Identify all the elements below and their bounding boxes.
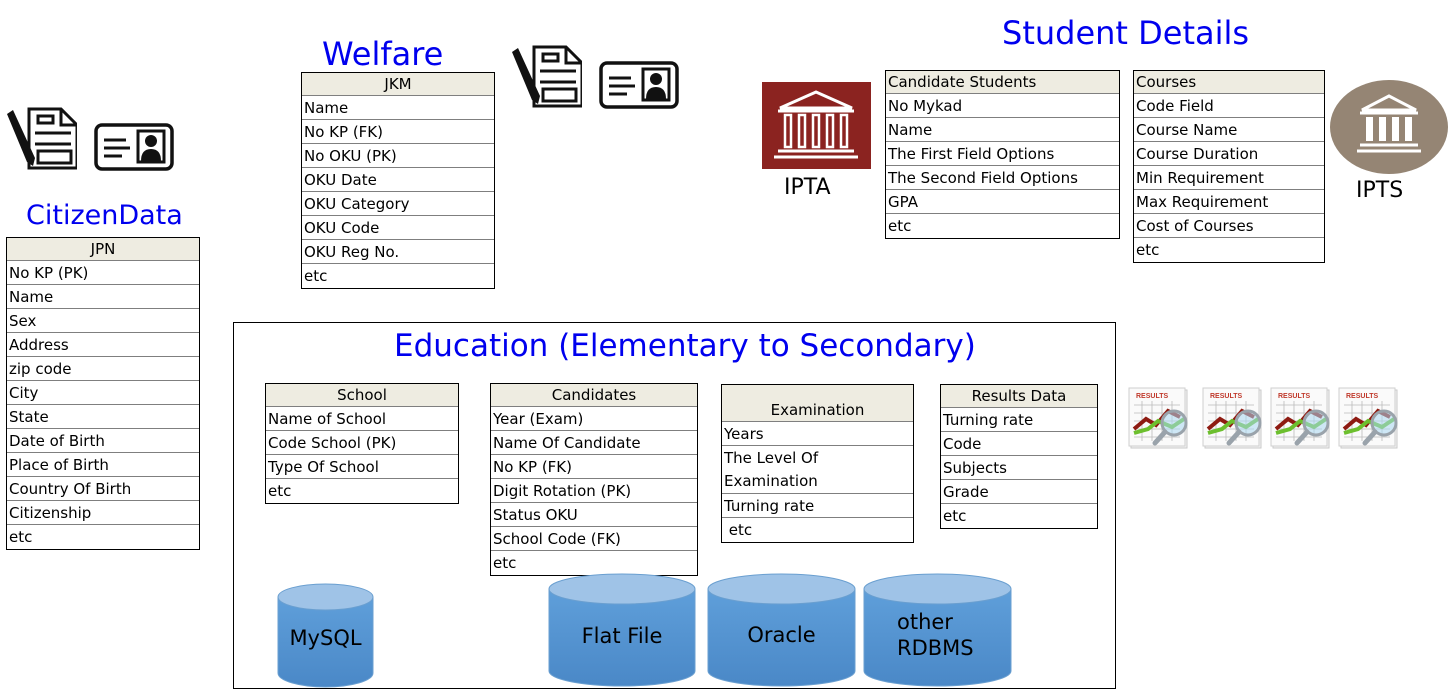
database-cylinder-mysql: MySQL [277,583,374,688]
table-row: Address [7,333,199,357]
table-row: Name of School [266,407,458,431]
results-data-table-header: Results Data [941,385,1097,408]
table-row: Name Of Candidate [491,431,697,455]
table-row: Max Requirement [1134,190,1324,214]
table-row: No KP (FK) [491,455,697,479]
table-row: Digit Rotation (PK) [491,479,697,503]
database-label: MySQL [289,626,362,650]
table-row: Sex [7,309,199,333]
table-row: Code School (PK) [266,431,458,455]
table-row: Country Of Birth [7,477,199,501]
table-row: Status OKU [491,503,697,527]
table-row: Name [302,96,494,120]
ipts-university-icon [1330,80,1448,174]
table-row: etc [724,521,753,539]
ipts-label: IPTS [1356,178,1404,203]
student-details-title: Student Details [1002,14,1250,52]
table-row: Code Field [1134,94,1324,118]
results-report-icon: RESULTS [1202,385,1272,451]
table-row: The Second Field Options [886,166,1119,190]
results-data-table: Results Data Turning rate Code Subjects … [940,384,1098,529]
ipta-university-icon [762,82,871,169]
table-row: Turning rate [722,494,913,518]
school-table-header: School [266,384,458,407]
results-label: RESULTS [1136,393,1168,400]
table-row: etc [268,482,292,500]
courses-table: Courses Code Field Course Name Course Du… [1133,70,1325,263]
database-cylinder-other-rdbms: other RDBMS [863,573,1012,687]
table-row: etc [493,554,517,572]
results-label: RESULTS [1278,393,1310,400]
table-row: etc [304,267,328,285]
table-row: Turning rate [941,408,1097,432]
table-row: No KP (FK) [302,120,494,144]
candidate-students-header: Candidate Students [886,71,1119,94]
table-row: State [7,405,199,429]
results-report-icon: RESULTS [1128,385,1198,451]
education-title: Education (Elementary to Secondary) [394,328,976,364]
results-report-icon: RESULTS [1270,385,1340,451]
database-cylinder-flat-file: Flat File [548,573,696,687]
table-row: etc [1136,241,1160,259]
form-pen-icon [510,44,584,108]
table-row: OKU Reg No. [302,240,494,264]
table-row: OKU Code [302,216,494,240]
results-label: RESULTS [1210,393,1242,400]
table-row: School Code (FK) [491,527,697,551]
table-row: Years [722,422,913,446]
candidates-table-header: Candidates [491,384,697,407]
table-row: No Mykad [886,94,1119,118]
table-row: City [7,381,199,405]
school-table: School Name of School Code School (PK) T… [265,383,459,504]
form-pen-icon [5,106,79,170]
table-row: The First Field Options [886,142,1119,166]
jkm-table: JKM Name No KP (FK) No OKU (PK) OKU Date… [301,72,495,289]
table-row: etc [888,217,912,235]
table-row: Citizenship [7,501,199,525]
table-row: The Level Of Examination [722,446,913,494]
jpn-table-header: JPN [7,238,199,261]
table-row: Code [941,432,1097,456]
table-row: No KP (PK) [7,261,199,285]
table-row: Subjects [941,456,1097,480]
examination-table: Examination Years The Level Of Examinati… [721,384,914,543]
table-row: Course Duration [1134,142,1324,166]
jkm-table-header: JKM [302,73,494,96]
table-row: Name [886,118,1119,142]
results-label: RESULTS [1346,393,1378,400]
database-label: other RDBMS [897,610,974,660]
id-card-icon [599,61,679,109]
ipta-label: IPTA [784,175,831,200]
table-row: etc [9,528,33,546]
table-row: Place of Birth [7,453,199,477]
table-row: Grade [941,480,1097,504]
table-row: Cost of Courses [1134,214,1324,238]
table-row: OKU Date [302,168,494,192]
database-cylinder-oracle: Oracle [707,573,856,687]
table-row: zip code [7,357,199,381]
table-row: Date of Birth [7,429,199,453]
table-row: GPA [886,190,1119,214]
jpn-table: JPN No KP (PK) Name Sex Address zip code… [6,237,200,550]
candidates-table: Candidates Year (Exam) Name Of Candidate… [490,383,698,576]
welfare-title: Welfare [322,35,444,73]
database-label: Flat File [581,624,663,648]
table-row: No OKU (PK) [302,144,494,168]
table-row: etc [943,507,967,525]
table-row: Course Name [1134,118,1324,142]
table-row: Name [7,285,199,309]
examination-table-header: Examination [722,385,913,422]
table-row: Min Requirement [1134,166,1324,190]
candidate-students-table: Candidate Students No Mykad Name The Fir… [885,70,1120,239]
results-report-icon: RESULTS [1338,385,1408,451]
results-icons-strip: RESULTS RESULTS RESULTS RESULTS [1128,385,1438,453]
id-card-icon [94,123,174,171]
table-row: Year (Exam) [491,407,697,431]
table-row: Type Of School [266,455,458,479]
table-row: OKU Category [302,192,494,216]
database-label: Oracle [747,623,816,647]
citizen-data-title: CitizenData [26,200,183,231]
courses-header: Courses [1134,71,1324,94]
